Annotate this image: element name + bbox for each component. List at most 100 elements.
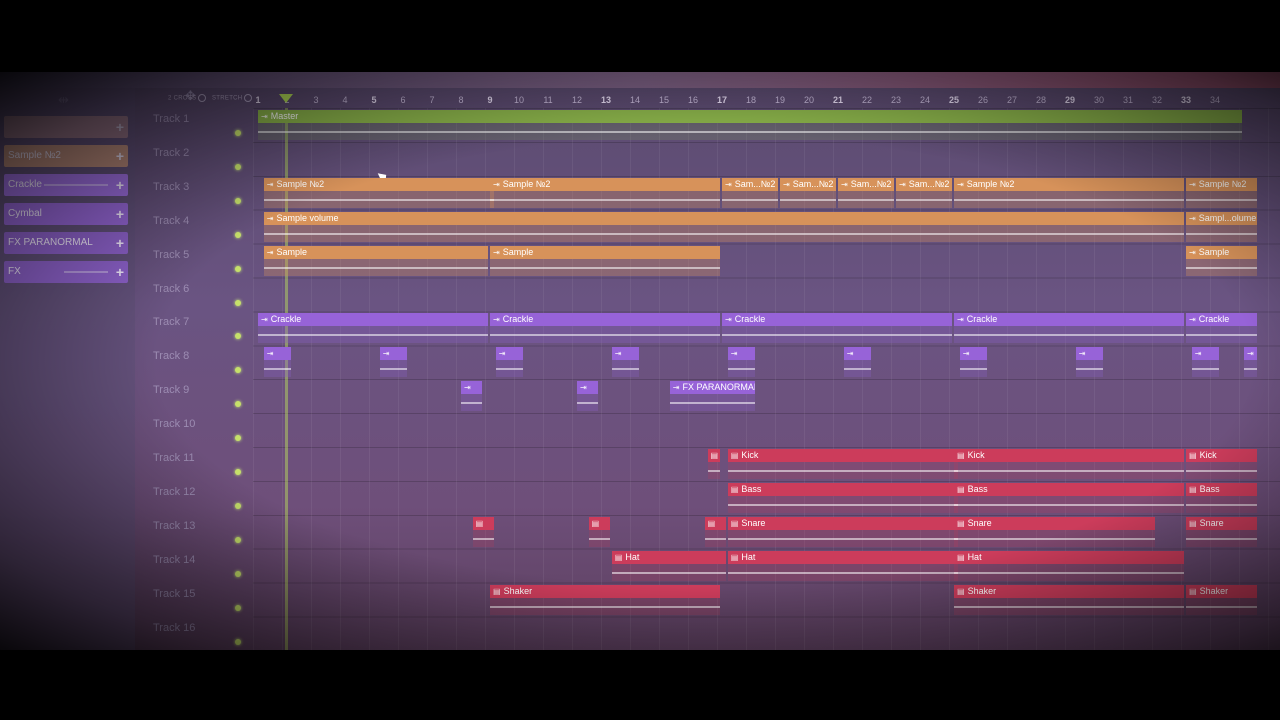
pattern-clip-bass[interactable]: ▤ Bass (954, 482, 1184, 513)
pattern-clip[interactable]: ⇥ (461, 381, 483, 412)
pattern-clip-sample[interactable]: ⇥ Sample (1186, 245, 1257, 276)
clip-header[interactable]: ⇥ Crackle (954, 313, 1184, 327)
track-header[interactable]: Track 5 (143, 244, 253, 278)
clip-header[interactable]: ▤ (704, 516, 726, 530)
track-enable-led[interactable] (235, 502, 241, 509)
pattern-clip-crackle[interactable]: ⇥ Crackle (258, 313, 488, 344)
clip-header[interactable]: ▤ Shaker (954, 584, 1184, 598)
pattern-clip-sample2[interactable]: ⇥ Sample №2 (1186, 177, 1257, 208)
pattern-clip-shaker[interactable]: ▤ Shaker (1186, 584, 1257, 615)
pattern-clip-crackle[interactable]: ⇥ Crackle (1186, 313, 1257, 344)
clip-header[interactable]: ⇥ (495, 347, 523, 361)
clip-header[interactable]: ⇥ Sam...№2 (780, 177, 836, 191)
pattern-clip-hat[interactable]: ▤ Hat (727, 550, 958, 581)
pattern-clip-sample-volume-cut[interactable]: ⇥ Sampl...olume (1186, 211, 1257, 242)
pattern-clip-master[interactable]: ⇥ Master (258, 110, 1242, 140)
track-header[interactable]: Track 10 (143, 413, 253, 447)
clip-header[interactable]: ⇥ Crackle (490, 313, 720, 327)
pattern-clip-snare[interactable]: ▤ Snare (954, 516, 1155, 547)
channel-item-sample2[interactable]: Sample №2 + (4, 145, 128, 167)
clip-header[interactable]: ⇥ (379, 347, 407, 361)
track-header[interactable]: Track 4 (143, 210, 253, 244)
pattern-clip[interactable]: ⇥ (263, 347, 291, 378)
pattern-clip-snare[interactable]: ▤ Snare (1186, 516, 1257, 547)
clip-header[interactable]: ⇥ (1244, 347, 1257, 361)
clip-header[interactable]: ⇥ (1191, 347, 1219, 361)
pattern-clip-sample2-short[interactable]: ⇥ Sam...№2 (780, 177, 836, 208)
clip-header[interactable]: ▤ Hat (727, 550, 958, 564)
channel-item-cymbal[interactable]: Cymbal + (4, 203, 128, 225)
pattern-clip-crackle[interactable]: ⇥ Crackle (954, 313, 1184, 344)
clip-header[interactable]: ⇥ (577, 381, 599, 395)
clip-header[interactable]: ⇥ Sam...№2 (838, 177, 894, 191)
pattern-clip[interactable]: ⇥ (1244, 347, 1257, 378)
pattern-clip-sample2-short[interactable]: ⇥ Sam...№2 (896, 177, 952, 208)
pattern-clip-sample-volume[interactable]: ⇥ Sample volume (263, 211, 1184, 242)
clip-header[interactable]: ⇥ (611, 347, 639, 361)
pattern-clip-sample2[interactable]: ⇥ Sample №2 (490, 177, 720, 208)
pattern-clip-bass[interactable]: ▤ Bass (727, 482, 958, 513)
pattern-clip-crackle[interactable]: ⇥ Crackle (490, 313, 720, 344)
pattern-clip-sample2-short[interactable]: ⇥ Sam...№2 (722, 177, 778, 208)
pattern-clip-fx-paranormal[interactable]: ⇥ FX PARANORMAL (669, 381, 755, 412)
pattern-clip[interactable]: ⇥ (959, 347, 987, 378)
track-enable-led[interactable] (235, 536, 241, 543)
clip-header[interactable]: ⇥ (959, 347, 987, 361)
clip-header[interactable]: ▤ Bass (1186, 482, 1257, 496)
track-enable-led[interactable] (235, 299, 241, 306)
pattern-clip[interactable]: ▤ (704, 516, 726, 547)
clip-header[interactable]: ⇥ Sample №2 (1186, 177, 1257, 191)
pattern-clip-bass[interactable]: ▤ Bass (1186, 482, 1257, 513)
pattern-clip[interactable]: ⇥ (843, 347, 871, 378)
pattern-clip-sample[interactable]: ⇥ Sample (490, 245, 720, 276)
clip-header[interactable]: ⇥ Sample №2 (490, 177, 720, 191)
pattern-clip[interactable]: ⇥ (379, 347, 407, 378)
clip-header[interactable]: ⇥ Sample volume (263, 211, 1184, 225)
add-icon[interactable]: + (116, 203, 124, 225)
clip-header[interactable]: ⇥ Sample №2 (954, 177, 1184, 191)
clip-header[interactable]: ⇥ Sample (1186, 245, 1257, 259)
pattern-clip[interactable]: ⇥ (1191, 347, 1219, 378)
pattern-clip[interactable]: ⇥ (727, 347, 755, 378)
clip-header[interactable]: ▤ Kick (1186, 449, 1257, 462)
pattern-clip[interactable]: ▤ (588, 516, 610, 547)
track-header[interactable]: Track 3 (143, 176, 253, 210)
add-icon[interactable]: + (116, 174, 124, 196)
clip-header[interactable]: ⇥ Sam...№2 (722, 177, 778, 191)
clip-header[interactable]: ⇥ FX PARANORMAL (669, 381, 755, 395)
track-enable-led[interactable] (235, 401, 241, 408)
track-enable-led[interactable] (235, 604, 241, 611)
clip-header[interactable]: ▤ Snare (727, 516, 958, 530)
pattern-clip[interactable]: ▤ (707, 449, 720, 479)
pattern-clip-sample2-short[interactable]: ⇥ Sam...№2 (838, 177, 894, 208)
pattern-clip-kick[interactable]: ▤ Kick (727, 449, 958, 479)
playhead-marker[interactable] (279, 94, 293, 103)
add-icon[interactable]: + (116, 232, 124, 254)
clip-header[interactable]: ⇥ (263, 347, 291, 361)
pattern-clip-shaker[interactable]: ▤ Shaker (490, 584, 720, 615)
timeline-ruler[interactable]: 1 2 3 4 5 6 7 8 9 10 11 12 13 14 15 16 17 18 19 20 21 22 23 24 2… (253, 88, 1280, 108)
pattern-clip[interactable]: ⇥ (495, 347, 523, 378)
clip-header[interactable]: ⇥ (843, 347, 871, 361)
clip-header[interactable]: ⇥ Master (258, 110, 1242, 123)
track-header[interactable]: Track 16 (143, 617, 253, 651)
track-enable-led[interactable] (235, 435, 241, 442)
pattern-clip[interactable]: ⇥ (611, 347, 639, 378)
clip-header[interactable]: ▤ Bass (954, 482, 1184, 496)
clip-header[interactable]: ▤ (707, 449, 720, 462)
track-enable-led[interactable] (235, 638, 241, 645)
add-icon[interactable]: + (116, 145, 124, 167)
track-header[interactable]: Track 11 (143, 447, 253, 481)
pattern-clip-crackle[interactable]: ⇥ Crackle (722, 313, 952, 344)
pattern-clip-sample2[interactable]: ⇥ Sample №2 (954, 177, 1184, 208)
clip-header[interactable]: ▤ Snare (954, 516, 1155, 530)
clip-header[interactable]: ⇥ Sample №2 (263, 177, 494, 191)
pattern-clip-hat[interactable]: ▤ Hat (611, 550, 726, 581)
channel-item-fx-paranormal[interactable]: FX PARANORMAL + (4, 232, 128, 254)
clip-header[interactable]: ▤ Shaker (490, 584, 720, 598)
channel-item-crackle[interactable]: Crackle + (4, 174, 128, 196)
track-enable-led[interactable] (235, 367, 241, 374)
pattern-clip-sample2[interactable]: ⇥ Sample №2 (263, 177, 494, 208)
clip-header[interactable]: ▤ (472, 516, 494, 530)
track-header[interactable]: Track 15 (143, 583, 253, 617)
